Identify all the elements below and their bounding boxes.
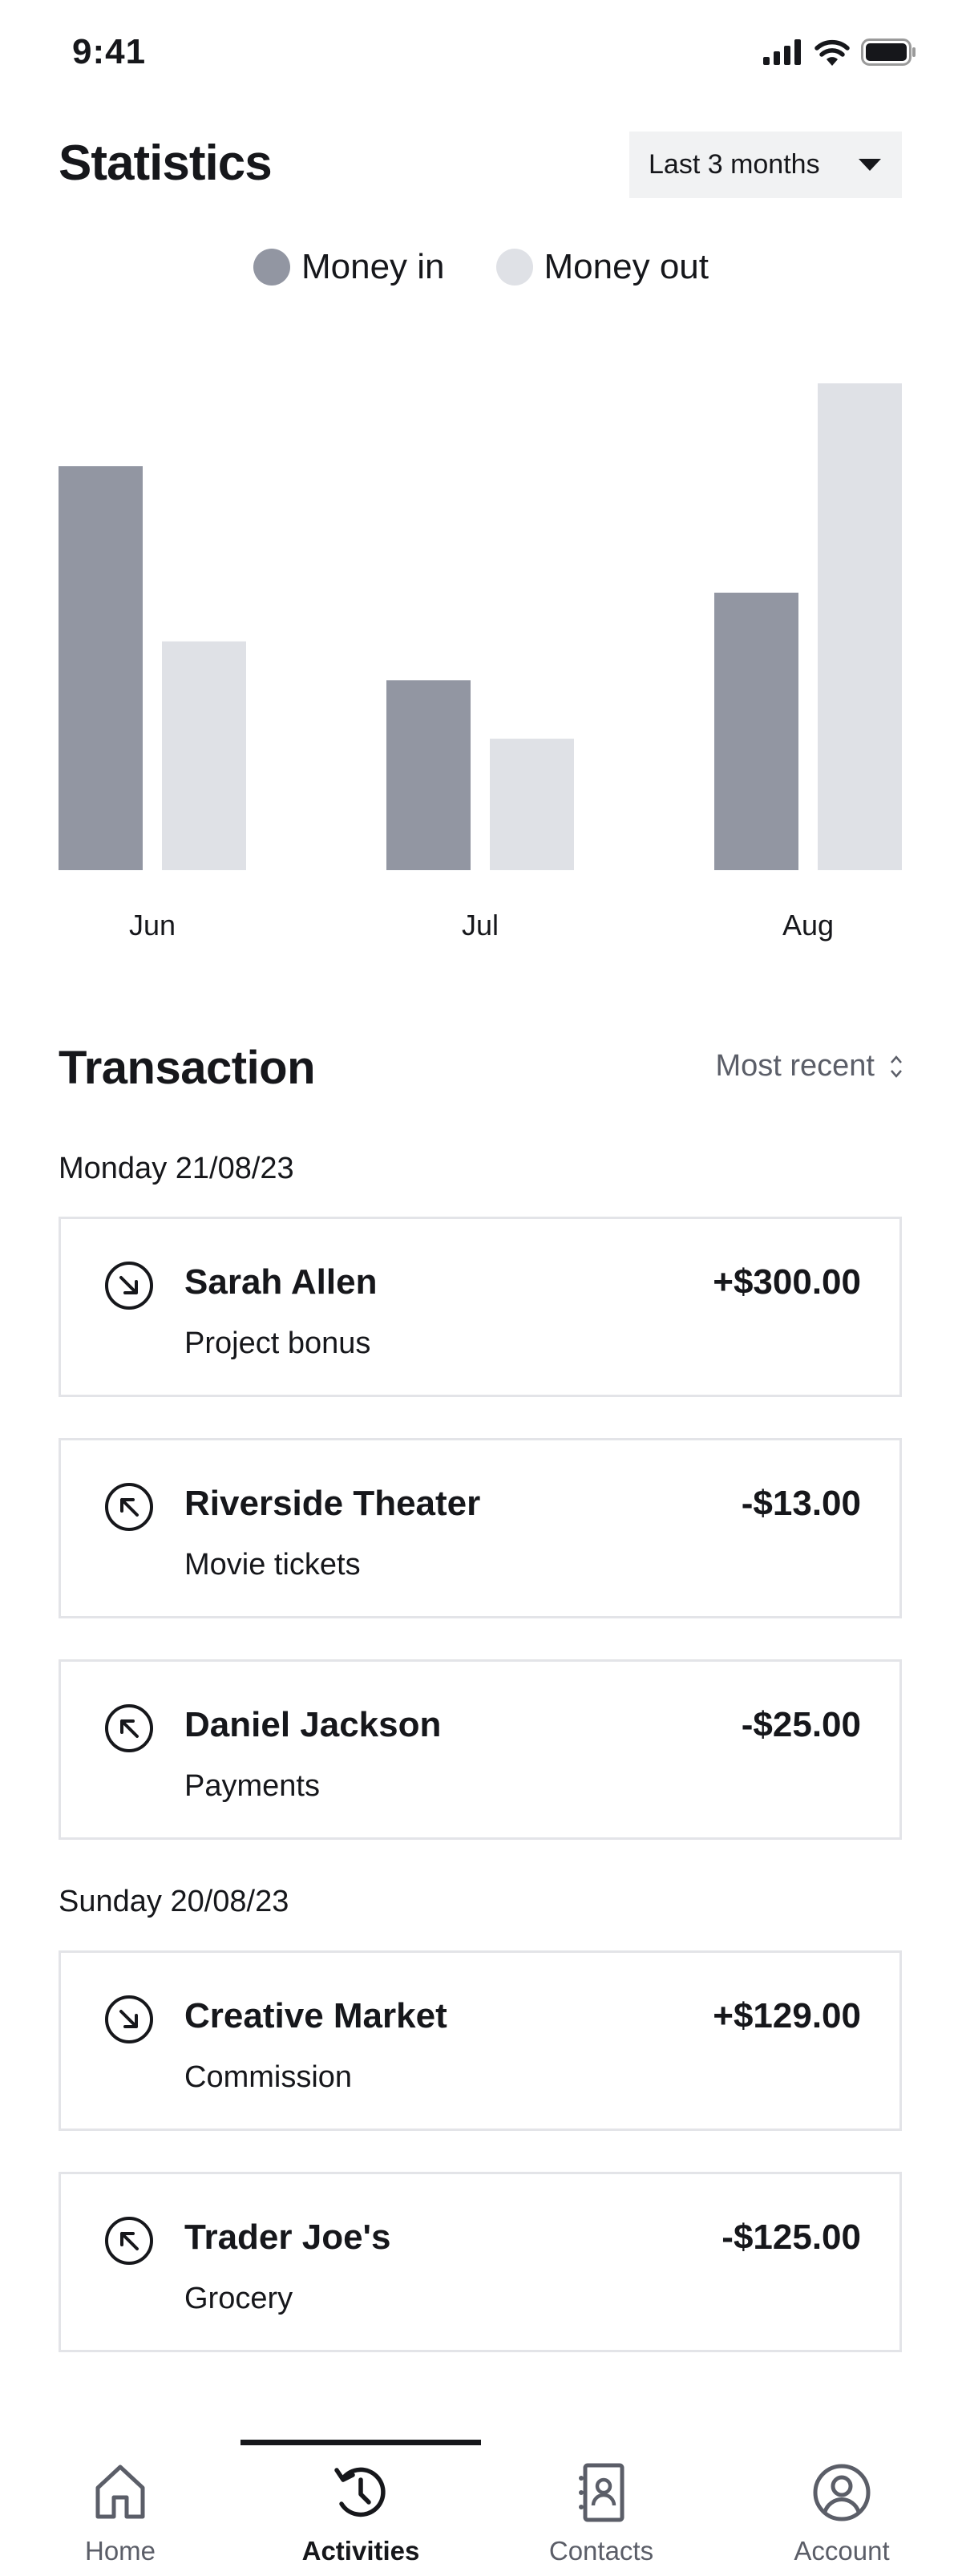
arrow-up-left-circle-icon [105, 1483, 153, 1531]
legend-item-money-out: Money out [495, 247, 709, 287]
transaction-name: Sarah Allen [184, 1262, 378, 1302]
status-icons [763, 38, 917, 66]
nav-label-contacts: Contacts [548, 2536, 654, 2566]
legend-item-money-in: Money in [253, 247, 445, 287]
wifi-icon [814, 39, 850, 66]
signal-icon [763, 39, 801, 65]
legend-label-money-in: Money in [301, 247, 445, 286]
nav-label-activities: Activities [301, 2536, 420, 2566]
nav-item-activities[interactable]: Activities [240, 2438, 481, 2576]
transaction-description: Payments [184, 1769, 320, 1803]
transaction-name: Trader Joe's [184, 2218, 391, 2257]
bar-jul-money-out [490, 739, 574, 870]
bar-jun-money-out [162, 641, 246, 870]
caret-down-icon [859, 159, 881, 171]
contact-book-icon [579, 2463, 624, 2522]
bottom-nav: Home Activities Contacts Account [0, 2438, 962, 2576]
bar-jun-money-in [59, 466, 143, 870]
transaction-amount: -$125.00 [722, 2218, 861, 2257]
transaction-card[interactable]: Trader Joe's Grocery -$125.00 [59, 2172, 902, 2352]
nav-item-contacts[interactable]: Contacts [481, 2438, 722, 2576]
nav-item-account[interactable]: Account [722, 2438, 962, 2576]
account-circle-icon [813, 2464, 871, 2521]
sort-updown-icon [891, 1055, 902, 1078]
period-dropdown-value: Last 3 months [649, 149, 820, 180]
transaction-name: Daniel Jackson [184, 1705, 442, 1744]
chart-legend: Money in Money out [0, 247, 962, 287]
bar-aug-money-in [714, 593, 798, 870]
transaction-description: Project bonus [184, 1326, 371, 1360]
x-tick-label: Jun [129, 909, 176, 942]
bar-aug-money-out [818, 383, 902, 870]
arrow-up-left-circle-icon [105, 1704, 153, 1752]
bar-chart-svg: Jun Jul Aug [59, 383, 902, 942]
transaction-title: Transaction [59, 1042, 316, 1094]
transaction-description: Grocery [184, 2282, 293, 2315]
transaction-description: Movie tickets [184, 1548, 361, 1582]
status-time: 9:41 [72, 32, 147, 71]
x-tick-label: Aug [782, 909, 834, 942]
legend-label-money-out: Money out [544, 247, 709, 286]
nav-item-home[interactable]: Home [0, 2438, 240, 2576]
statistics-title: Statistics [59, 136, 273, 191]
arrow-down-right-circle-icon [105, 1995, 153, 2043]
date-heading: Monday 21/08/23 [59, 1152, 294, 1185]
transaction-name: Riverside Theater [184, 1484, 481, 1523]
nav-label-account: Account [794, 2536, 890, 2566]
transaction-amount: -$25.00 [741, 1705, 861, 1744]
bar-chart: Jun Jul Aug [0, 353, 962, 962]
transaction-card[interactable]: Sarah Allen Project bonus +$300.00 [59, 1217, 902, 1397]
legend-swatch-money-in [253, 249, 290, 286]
transaction-card[interactable]: Riverside Theater Movie tickets -$13.00 [59, 1438, 902, 1618]
x-tick-label: Jul [462, 909, 499, 942]
transaction-amount: +$300.00 [713, 1262, 861, 1302]
transaction-description: Commission [184, 2060, 353, 2094]
home-icon [95, 2465, 145, 2519]
nav-label-home: Home [84, 2536, 156, 2566]
transaction-amount: +$129.00 [713, 1996, 861, 2035]
transaction-card[interactable]: Creative Market Commission +$129.00 [59, 1950, 902, 2131]
history-icon [334, 2467, 386, 2517]
arrow-down-right-circle-icon [105, 1262, 153, 1310]
period-dropdown[interactable]: Last 3 months [629, 132, 902, 198]
date-heading: Sunday 20/08/23 [59, 1885, 289, 1918]
transaction-amount: -$13.00 [741, 1484, 861, 1523]
sort-label: Most recent [715, 1049, 875, 1083]
bar-jul-money-in [386, 680, 471, 870]
sort-control[interactable]: Most recent [715, 1049, 903, 1083]
transaction-name: Creative Market [184, 1996, 447, 2035]
legend-swatch-money-out [495, 249, 533, 286]
battery-icon [861, 38, 916, 66]
transaction-card[interactable]: Daniel Jackson Payments -$25.00 [59, 1659, 902, 1840]
arrow-up-left-circle-icon [105, 2217, 153, 2265]
